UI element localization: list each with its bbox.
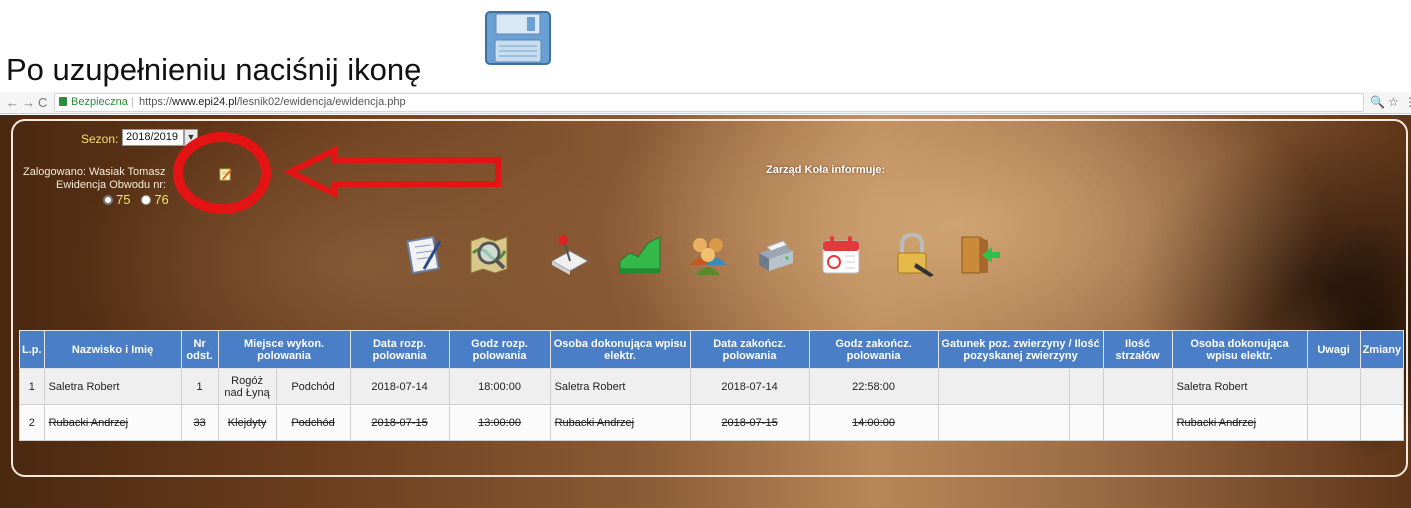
board-notice-title: Zarząd Koła informuje: [766,164,886,176]
url-text: https://www.epi24.pl/lesnik02/ewidencja/… [139,96,406,108]
cell-changes[interactable] [1359,404,1405,441]
notepad-icon[interactable] [402,233,446,277]
col-header-entry-person: Osoba dokonująca wpisu elektr. [549,330,691,369]
cell-time-start: 18:00:00 [448,368,551,405]
evidence-label: Ewidencja Obwodu nr: [56,179,167,191]
cell-nr: 33 [180,404,219,441]
season-label: Sezon: [81,132,119,146]
cell-shots [1102,368,1173,405]
col-header-nr: Nr odst. [180,330,219,369]
col-header-lp: L.p. [19,330,45,369]
cell-changes[interactable] [1359,368,1405,405]
reload-button[interactable]: C [38,95,47,110]
cell-date-end: 2018-07-14 [689,368,810,405]
logged-in-user: Zalogowano: Wasiak Tomasz [23,166,166,178]
star-icon[interactable]: ☆ [1388,95,1399,109]
chevron-down-icon[interactable]: ▼ [184,129,198,146]
cell-method: Podchód [275,404,351,441]
lock-icon [59,97,67,106]
district-radio-76[interactable] [141,195,152,205]
cell-entry-person-2: Rubacki Andrzej [1171,404,1308,441]
save-floppy-icon [485,11,551,65]
cell-notes [1306,404,1361,441]
col-header-notes: Uwagi [1306,330,1361,369]
table-header-row: L.p. Nazwisko i Imię Nr odst. Miejsce wy… [19,330,1405,369]
cell-notes [1306,368,1361,405]
cell-count [1068,368,1104,405]
cell-species [937,368,1070,405]
col-header-shots: Ilość strzałów [1102,330,1173,369]
cell-place: Klejdyty [217,404,277,441]
col-header-changes: Zmiany [1359,330,1405,369]
cell-time-end: 14:00:00 [808,404,939,441]
cell-entry-person-2: Saletra Robert [1171,368,1308,405]
cell-entry-person: Rubacki Andrzej [549,404,691,441]
back-button[interactable]: ← [6,95,19,110]
cell-entry-person: Saletra Robert [549,368,691,405]
cell-nr: 1 [180,368,219,405]
cell-lp: 1 [19,368,45,405]
cell-place: Rogóż nad Łyną [217,368,277,405]
hunting-records-table: L.p. Nazwisko i Imię Nr odst. Miejsce wy… [19,330,1405,441]
cell-date-start: 2018-07-14 [349,368,450,405]
pin-notebook-icon[interactable] [548,233,592,277]
cell-date-start: 2018-07-15 [349,404,450,441]
secure-label: Bezpieczna [71,96,128,108]
address-bar[interactable]: Bezpieczna | https://www.epi24.pl/lesnik… [54,93,1364,112]
exit-door-icon[interactable] [958,233,1002,277]
forward-button[interactable]: → [22,95,35,110]
cell-lp: 2 [19,404,45,441]
terrain-chart-icon[interactable] [618,233,662,277]
menu-icon[interactable]: ⋮ [1404,95,1411,109]
cell-time-start: 13:00:00 [448,404,551,441]
cell-method: Podchód [275,368,351,405]
cell-name: Rubacki Andrzej [43,404,182,441]
calendar-icon[interactable] [819,233,863,277]
col-header-date-start: Data rozp. polowania [349,330,450,369]
col-header-date-end: Data zakończ. polowania [689,330,810,369]
cell-count [1068,404,1104,441]
col-header-species: Gatunek poz. zwierzyny / Ilość pozyskane… [937,330,1104,369]
district-radio-75[interactable] [103,195,113,205]
col-header-time-start: Godz rozp. polowania [448,330,551,369]
cell-species [937,404,1070,441]
browser-toolbar: ← → C Bezpieczna | https://www.epi24.pl/… [0,92,1411,114]
table-row[interactable]: 1 Saletra Robert 1 Rogóż nad Łyną Podchó… [19,368,1405,405]
cell-name: Saletra Robert [43,368,182,405]
cell-date-end: 2018-07-15 [689,404,810,441]
season-select[interactable]: 2018/2019 [122,129,184,146]
col-header-time-end: Godz zakończ. polowania [808,330,939,369]
district-radio-group: 75 76 [103,192,169,207]
col-header-entry-person-2: Osoba dokonująca wpisu elektr. [1171,330,1308,369]
edit-profile-icon[interactable] [219,168,232,181]
padlock-icon[interactable] [892,233,936,277]
instruction-caption: Po uzupełnieniu naciśnij ikonę [6,52,422,87]
map-magnifier-icon[interactable] [467,233,511,277]
col-header-place: Miejsce wykon. polowania [217,330,351,369]
zoom-icon[interactable]: 🔍 [1370,95,1385,109]
users-group-icon[interactable] [686,233,730,277]
page-background: Sezon: 2018/2019 ▼ Zalogowano: Wasiak To… [0,115,1411,508]
cell-time-end: 22:58:00 [808,368,939,405]
cell-shots [1102,404,1173,441]
table-row[interactable]: 2 Rubacki Andrzej 33 Klejdyty Podchód 20… [19,404,1405,441]
printer-icon[interactable] [753,233,797,277]
col-header-name: Nazwisko i Imię [43,330,182,369]
